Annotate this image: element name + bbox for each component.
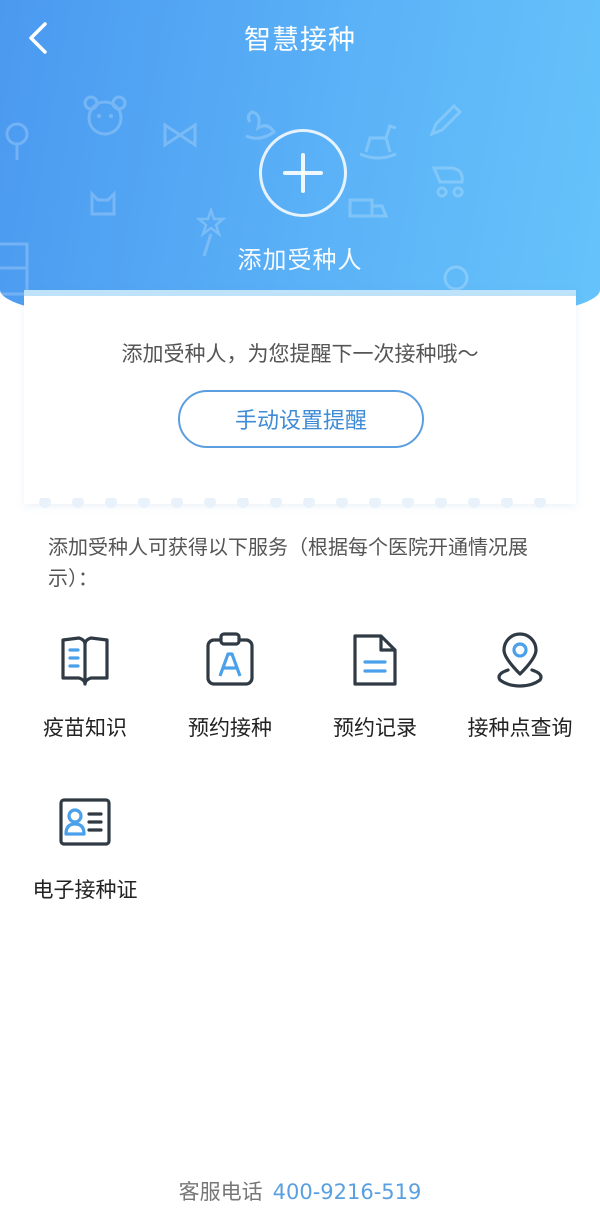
- services-description: 添加受种人可获得以下服务（根据每个医院开通情况展示）：: [48, 535, 528, 590]
- service-book-appointment[interactable]: 预约接种: [155, 630, 305, 742]
- service-label: 预约记录: [333, 716, 417, 740]
- pencil-decoration-icon: [429, 104, 462, 137]
- service-label: 疫苗知识: [43, 716, 127, 740]
- manual-reminder-button[interactable]: 手动设置提醒: [178, 390, 424, 448]
- customer-service-phone-link[interactable]: 400-9216-519: [273, 1180, 422, 1204]
- customer-service-label: 客服电话: [178, 1180, 263, 1204]
- reminder-card: 添加受种人，为您提醒下一次接种哦～ 手动设置提醒: [24, 290, 576, 504]
- page: 智慧接种 添加受种人 添加受种人，为您提醒下一次接种哦～ 手动设置提醒 添加受种…: [0, 0, 600, 1214]
- stroller-decoration-icon: [431, 166, 464, 198]
- document-icon: [353, 634, 397, 686]
- clipboard-icon: [206, 632, 254, 686]
- service-label: 预约接种: [188, 716, 272, 740]
- service-vaccine-knowledge[interactable]: 疫苗知识: [10, 630, 160, 742]
- header-banner: 智慧接种 添加受种人: [0, 0, 600, 330]
- bow-decoration-icon: [163, 122, 197, 148]
- card-scallop-edge: [39, 498, 546, 508]
- truck-decoration-icon: [348, 198, 388, 218]
- book-icon: [61, 636, 109, 686]
- location-pin-icon: [497, 632, 543, 688]
- service-location-query[interactable]: 接种点查询: [445, 630, 595, 742]
- rocking-horse-decoration-icon: [359, 124, 397, 160]
- reminder-message: 添加受种人，为您提醒下一次接种哦～: [121, 342, 479, 366]
- page-title: 智慧接种: [244, 25, 356, 56]
- lollipop-decoration-icon: [5, 122, 29, 160]
- cat-decoration-icon: [90, 190, 116, 216]
- service-label: 接种点查询: [467, 716, 573, 740]
- id-card-icon: [59, 798, 111, 846]
- plus-icon: [283, 153, 323, 193]
- service-electronic-certificate[interactable]: 电子接种证: [10, 792, 160, 904]
- bear-decoration-icon: [83, 95, 127, 136]
- service-label: 电子接种证: [32, 878, 138, 902]
- add-recipient-button[interactable]: [259, 129, 347, 217]
- service-appointment-records[interactable]: 预约记录: [300, 630, 450, 742]
- customer-service: 客服电话 400-9216-519: [0, 1176, 600, 1206]
- swan-decoration-icon: [245, 110, 276, 140]
- add-recipient-label[interactable]: 添加受种人: [0, 240, 600, 275]
